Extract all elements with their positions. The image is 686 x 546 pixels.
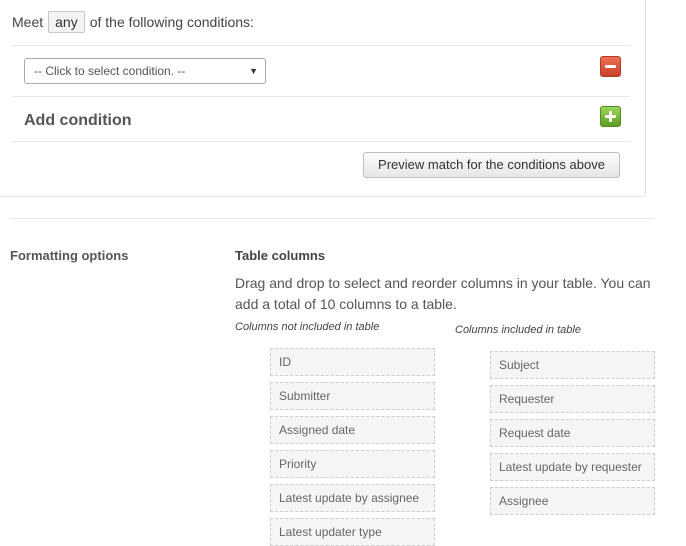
not-included-heading: Columns not included in table [235,321,380,333]
column-item-submitter[interactable]: Submitter [270,382,435,410]
column-item-assignee[interactable]: Assignee [490,487,655,515]
not-included-columns-list: ID Submitter Assigned date Priority Late… [270,348,435,546]
column-item-id[interactable]: ID [270,348,435,376]
table-columns-description: Drag and drop to select and reorder colu… [235,275,651,312]
add-condition-label[interactable]: Add condition [24,112,132,130]
section-divider [10,218,654,219]
divider [12,141,630,142]
column-item-latest-updater-type[interactable]: Latest updater type [270,518,435,546]
column-item-latest-update-by-requester[interactable]: Latest update by requester [490,453,655,481]
plus-icon [605,111,616,122]
conditions-panel: Meet any of the following conditions: --… [0,0,646,197]
meet-condition-row: Meet any of the following conditions: [12,10,254,34]
divider [12,96,630,97]
minus-icon [605,65,616,68]
condition-select[interactable]: -- Click to select condition. -- ▼ [24,58,266,84]
meet-mode-select[interactable]: any [48,11,85,33]
formatting-options-label: Formatting options [10,248,129,263]
meet-suffix: of the following conditions: [89,14,254,30]
table-columns-title: Table columns [235,248,326,263]
column-item-requester[interactable]: Requester [490,385,655,413]
column-item-latest-update-by-assignee[interactable]: Latest update by assignee [270,484,435,512]
meet-prefix: Meet [12,14,44,30]
remove-condition-button[interactable] [600,56,621,77]
column-item-subject[interactable]: Subject [490,351,655,379]
included-columns-list: Subject Requester Request date Latest up… [490,351,655,521]
included-heading: Columns included in table [455,324,581,336]
column-item-request-date[interactable]: Request date [490,419,655,447]
column-item-assigned-date[interactable]: Assigned date [270,416,435,444]
chevron-down-icon: ▼ [249,66,258,76]
divider [12,45,630,46]
add-condition-button[interactable] [600,106,621,127]
preview-match-button[interactable]: Preview match for the conditions above [363,152,620,178]
column-item-priority[interactable]: Priority [270,450,435,478]
condition-select-value: -- Click to select condition. -- [34,64,186,78]
